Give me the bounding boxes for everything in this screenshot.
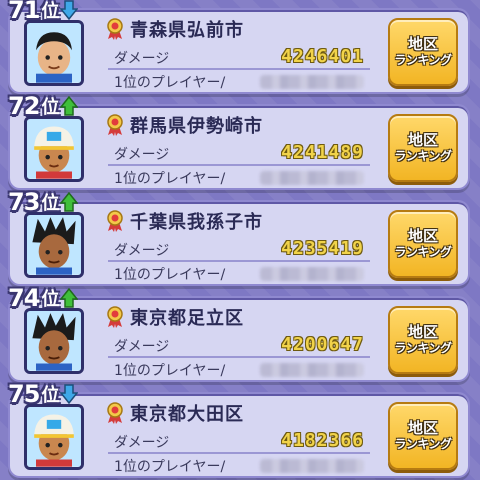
top-player-label: 1位のプレイヤー/ (114, 363, 226, 379)
damage-row: ダメージ 4246401 (108, 46, 370, 70)
button-line1: 地区 (407, 35, 438, 54)
damage-value: 4182366 (281, 430, 364, 451)
button-line1: 地区 (407, 323, 438, 342)
button-line1: 地区 (407, 419, 438, 438)
damage-label: ダメージ (114, 147, 170, 163)
medal-icon (107, 18, 123, 40)
region-ranking-button[interactable]: 地区 ランキング (388, 402, 458, 470)
blurred-player-name (260, 459, 364, 473)
region-ranking-button[interactable]: 地区 ランキング (388, 114, 458, 182)
trend-down-arrow-icon (60, 384, 79, 404)
region-ranking-button[interactable]: 地区 ランキング (388, 210, 458, 278)
trend-down-arrow-icon (60, 0, 79, 20)
top-player-row: 1位のプレイヤー/ (108, 454, 370, 478)
medal-icon (107, 306, 123, 328)
top-player-label: 1位のプレイヤー/ (114, 75, 226, 91)
region-name: 東京都足立区 (130, 308, 244, 329)
ranking-row: 71 位 青森県弘前市 ダメージ 4246401 1位のプレイヤー/ 地区 ラン… (8, 0, 470, 94)
medal-icon (107, 114, 123, 136)
ranking-row: 74 位 東京都足立区 ダメージ 4200647 1位のプレイヤー/ 地区 ラン… (8, 284, 470, 382)
damage-value: 4241489 (281, 142, 364, 163)
avatar (24, 212, 84, 278)
ranking-row: 72 位 群馬県伊勢崎市 ダメージ 4241489 1位のプレイヤー/ 地区 ラ… (8, 92, 470, 190)
region-name: 群馬県伊勢崎市 (130, 116, 263, 137)
blurred-player-name (260, 363, 364, 377)
top-player-row: 1位のプレイヤー/ (108, 166, 370, 190)
button-line2: ランキング (394, 52, 452, 67)
avatar (24, 20, 84, 86)
damage-label: ダメージ (114, 243, 170, 259)
top-player-label: 1位のプレイヤー/ (114, 267, 226, 283)
trend-up-arrow-icon (60, 96, 79, 116)
trend-up-arrow-icon (60, 192, 79, 212)
damage-value: 4246401 (281, 46, 364, 67)
damage-label: ダメージ (114, 339, 170, 355)
damage-value: 4235419 (281, 238, 364, 259)
medal-icon (107, 402, 123, 424)
region: 東京都足立区 (106, 304, 244, 330)
region-ranking-button[interactable]: 地区 ランキング (388, 18, 458, 86)
top-player-label: 1位のプレイヤー/ (114, 459, 226, 475)
button-line2: ランキング (394, 436, 452, 451)
top-player-row: 1位のプレイヤー/ (108, 70, 370, 94)
button-line1: 地区 (407, 227, 438, 246)
button-line2: ランキング (394, 148, 452, 163)
region: 東京都大田区 (106, 400, 244, 426)
top-player-label: 1位のプレイヤー/ (114, 171, 226, 187)
blurred-player-name (260, 171, 364, 185)
button-line2: ランキング (394, 340, 452, 355)
blurred-player-name (260, 267, 364, 281)
damage-label: ダメージ (114, 435, 170, 451)
region-name: 東京都大田区 (130, 404, 244, 425)
ranking-list: 71 位 青森県弘前市 ダメージ 4246401 1位のプレイヤー/ 地区 ラン… (0, 0, 480, 480)
region: 青森県弘前市 (106, 16, 244, 42)
region-name: 千葉県我孫子市 (130, 212, 263, 233)
ranking-row: 75 位 東京都大田区 ダメージ 4182366 1位のプレイヤー/ 地区 ラン… (8, 380, 470, 478)
damage-row: ダメージ 4182366 (108, 430, 370, 454)
damage-value: 4200647 (281, 334, 364, 355)
medal-icon (107, 210, 123, 232)
damage-row: ダメージ 4241489 (108, 142, 370, 166)
damage-row: ダメージ 4200647 (108, 334, 370, 358)
avatar (24, 116, 84, 182)
top-player-row: 1位のプレイヤー/ (108, 262, 370, 286)
avatar (24, 308, 84, 374)
blurred-player-name (260, 75, 364, 89)
region-name: 青森県弘前市 (130, 20, 244, 41)
damage-row: ダメージ 4235419 (108, 238, 370, 262)
button-line2: ランキング (394, 244, 452, 259)
button-line1: 地区 (407, 131, 438, 150)
top-player-row: 1位のプレイヤー/ (108, 358, 370, 382)
ranking-row: 73 位 千葉県我孫子市 ダメージ 4235419 1位のプレイヤー/ 地区 ラ… (8, 188, 470, 286)
region: 千葉県我孫子市 (106, 208, 263, 234)
region: 群馬県伊勢崎市 (106, 112, 263, 138)
region-ranking-button[interactable]: 地区 ランキング (388, 306, 458, 374)
damage-label: ダメージ (114, 51, 170, 67)
trend-up-arrow-icon (60, 288, 79, 308)
avatar (24, 404, 84, 470)
